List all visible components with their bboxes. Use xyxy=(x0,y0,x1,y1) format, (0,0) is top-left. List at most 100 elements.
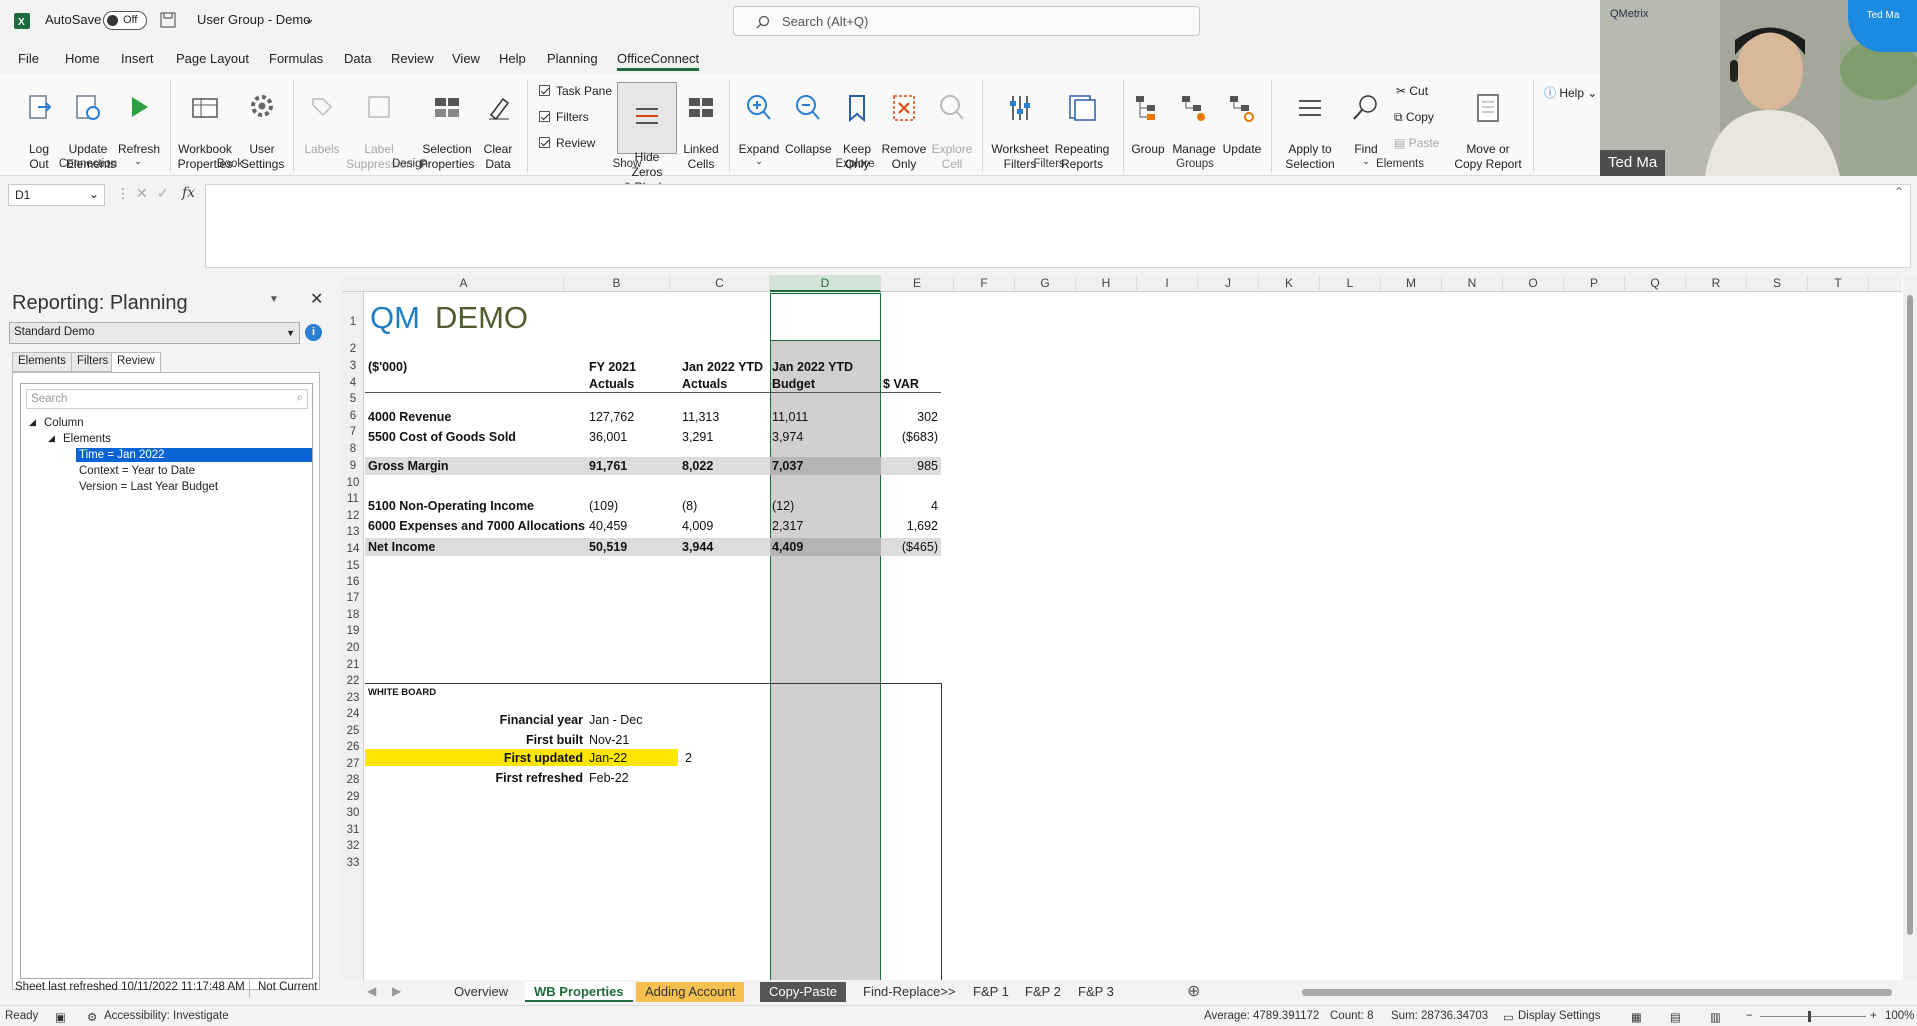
search-input[interactable]: Search (Alt+Q) xyxy=(733,6,1200,36)
column-header[interactable]: F xyxy=(954,275,1015,292)
save-icon[interactable] xyxy=(160,12,176,28)
move-copy-report-button[interactable]: Move or Copy Report xyxy=(1452,78,1524,172)
sheet-tab[interactable]: Copy-Paste xyxy=(760,982,846,1002)
column-header[interactable]: P xyxy=(1564,275,1625,292)
column-header[interactable]: S xyxy=(1747,275,1808,292)
row-header[interactable]: 30 xyxy=(342,804,364,821)
row-header[interactable]: 13 xyxy=(342,523,364,539)
filters-checkbox[interactable]: Filters xyxy=(539,110,589,124)
column-header[interactable]: O xyxy=(1503,275,1564,292)
column-header[interactable]: R xyxy=(1686,275,1747,292)
explore-cell-button[interactable]: Explore Cell xyxy=(931,78,973,172)
row-header[interactable]: 28 xyxy=(342,771,364,788)
sheet-tab[interactable]: F&P 2 xyxy=(1016,982,1070,1002)
linked-cells-button[interactable]: Linked Cells xyxy=(681,78,721,172)
page-break-icon[interactable]: ▥ xyxy=(1710,1010,1721,1024)
macro-icon[interactable]: ▣ xyxy=(55,1010,66,1024)
column-header[interactable]: H xyxy=(1076,275,1137,292)
row-header[interactable]: 27 xyxy=(342,755,364,771)
tree-node-elements[interactable]: Elements xyxy=(63,433,111,445)
row-header[interactable]: 8 xyxy=(342,440,364,456)
tree-node-time[interactable]: Time = Jan 2022 xyxy=(76,448,312,462)
tab-scroll-left-icon[interactable]: ◀ xyxy=(367,984,376,998)
tree-node-version[interactable]: Version = Last Year Budget xyxy=(79,481,218,493)
menu-view[interactable]: View xyxy=(452,51,480,66)
tree-search-input[interactable]: Search ⌕ xyxy=(26,389,308,409)
row-header[interactable]: 29 xyxy=(342,788,364,804)
menu-planning[interactable]: Planning xyxy=(547,51,598,66)
sheet-tab[interactable]: Find-Replace>> xyxy=(854,982,965,1002)
row-header[interactable]: 23 xyxy=(342,689,364,705)
column-header[interactable]: Q xyxy=(1625,275,1686,292)
normal-view-icon[interactable]: ▦ xyxy=(1631,1010,1642,1024)
expand-triangle-icon[interactable]: ◢ xyxy=(29,417,36,428)
zoom-level[interactable]: 100% xyxy=(1885,1010,1914,1022)
display-settings-button[interactable]: Display Settings xyxy=(1518,1010,1600,1022)
row-header[interactable]: 15 xyxy=(342,557,364,573)
column-header[interactable]: G xyxy=(1015,275,1076,292)
menu-home[interactable]: Home xyxy=(65,51,100,66)
row-header[interactable]: 5 xyxy=(342,390,364,407)
column-header-selected[interactable]: D xyxy=(770,275,881,292)
row-header[interactable]: 14 xyxy=(342,539,364,557)
row-header[interactable]: 4 xyxy=(342,374,364,390)
column-header[interactable]: B xyxy=(564,275,670,292)
tree-node-context[interactable]: Context = Year to Date xyxy=(79,465,195,477)
insert-function-icon[interactable]: fx xyxy=(182,185,195,201)
menu-help[interactable]: Help xyxy=(499,51,526,66)
row-header[interactable]: 18 xyxy=(342,606,364,622)
row-header[interactable]: 33 xyxy=(342,854,364,870)
chevron-up-icon[interactable]: ⌃ xyxy=(1894,185,1904,199)
column-header[interactable]: A xyxy=(364,275,564,292)
remove-only-button[interactable]: Remove Only xyxy=(879,78,929,172)
row-header[interactable]: 10 xyxy=(342,474,364,490)
column-header[interactable]: L xyxy=(1320,275,1381,292)
row-header[interactable]: 9 xyxy=(342,456,364,474)
zoom-slider-thumb[interactable] xyxy=(1808,1011,1811,1022)
close-icon[interactable]: ✕ xyxy=(310,289,323,309)
row-header[interactable]: 21 xyxy=(342,656,364,672)
expand-button[interactable]: Expand ⌄ xyxy=(736,78,782,181)
row-header[interactable]: 32 xyxy=(342,837,364,854)
collapse-button[interactable]: Collapse xyxy=(785,78,832,157)
column-header[interactable]: C xyxy=(670,275,770,292)
row-header[interactable]: 11 xyxy=(342,490,364,507)
column-header[interactable]: M xyxy=(1381,275,1442,292)
sheet-tab[interactable]: F&P 1 xyxy=(964,982,1018,1002)
sheet-tab[interactable]: Adding Account xyxy=(636,982,745,1002)
horizontal-scrollbar[interactable] xyxy=(1302,989,1892,996)
menu-review[interactable]: Review xyxy=(391,51,434,66)
autosave-toggle[interactable]: Off xyxy=(103,11,147,30)
row-header[interactable]: 25 xyxy=(342,722,364,738)
menu-formulas[interactable]: Formulas xyxy=(269,51,323,66)
cut-button[interactable]: ✂ Cut xyxy=(1396,84,1428,98)
column-header[interactable]: T xyxy=(1808,275,1869,292)
task-pane-checkbox[interactable]: Task Pane xyxy=(539,84,612,98)
selected-cell-d1[interactable] xyxy=(770,293,881,341)
row-header[interactable]: 24 xyxy=(342,705,364,722)
row-header[interactable]: 19 xyxy=(342,622,364,639)
document-title[interactable]: User Group - Demo xyxy=(197,12,310,27)
row-header[interactable]: 20 xyxy=(342,639,364,656)
row-header[interactable]: 26 xyxy=(342,738,364,755)
tab-review[interactable]: Review xyxy=(111,352,161,373)
chevron-down-icon[interactable]: ⌄ xyxy=(304,11,315,27)
info-icon[interactable]: i xyxy=(305,324,322,341)
tree-node-column[interactable]: Column xyxy=(44,417,84,429)
menu-officeconnect[interactable]: OfficeConnect xyxy=(617,51,700,71)
scrollbar-thumb[interactable] xyxy=(1907,295,1913,935)
column-header[interactable]: N xyxy=(1442,275,1503,292)
group-button[interactable]: Group xyxy=(1128,78,1168,157)
add-sheet-icon[interactable]: ⊕ xyxy=(1187,981,1200,1001)
review-checkbox[interactable]: Review xyxy=(539,136,595,150)
help-button[interactable]: ⓘ Help ⌄ xyxy=(1544,84,1597,101)
menu-insert[interactable]: Insert xyxy=(121,51,154,66)
paste-button[interactable]: ▤ Paste xyxy=(1394,136,1439,150)
copy-button[interactable]: ⧉ Copy xyxy=(1394,110,1434,125)
zoom-in-icon[interactable]: + xyxy=(1870,1010,1877,1022)
row-header[interactable]: 12 xyxy=(342,507,364,523)
cancel-icon[interactable]: ✕ xyxy=(136,185,148,202)
row-header[interactable]: 6 xyxy=(342,407,364,423)
pane-options-icon[interactable]: ▼ xyxy=(269,294,279,305)
zoom-slider[interactable] xyxy=(1760,1016,1866,1017)
